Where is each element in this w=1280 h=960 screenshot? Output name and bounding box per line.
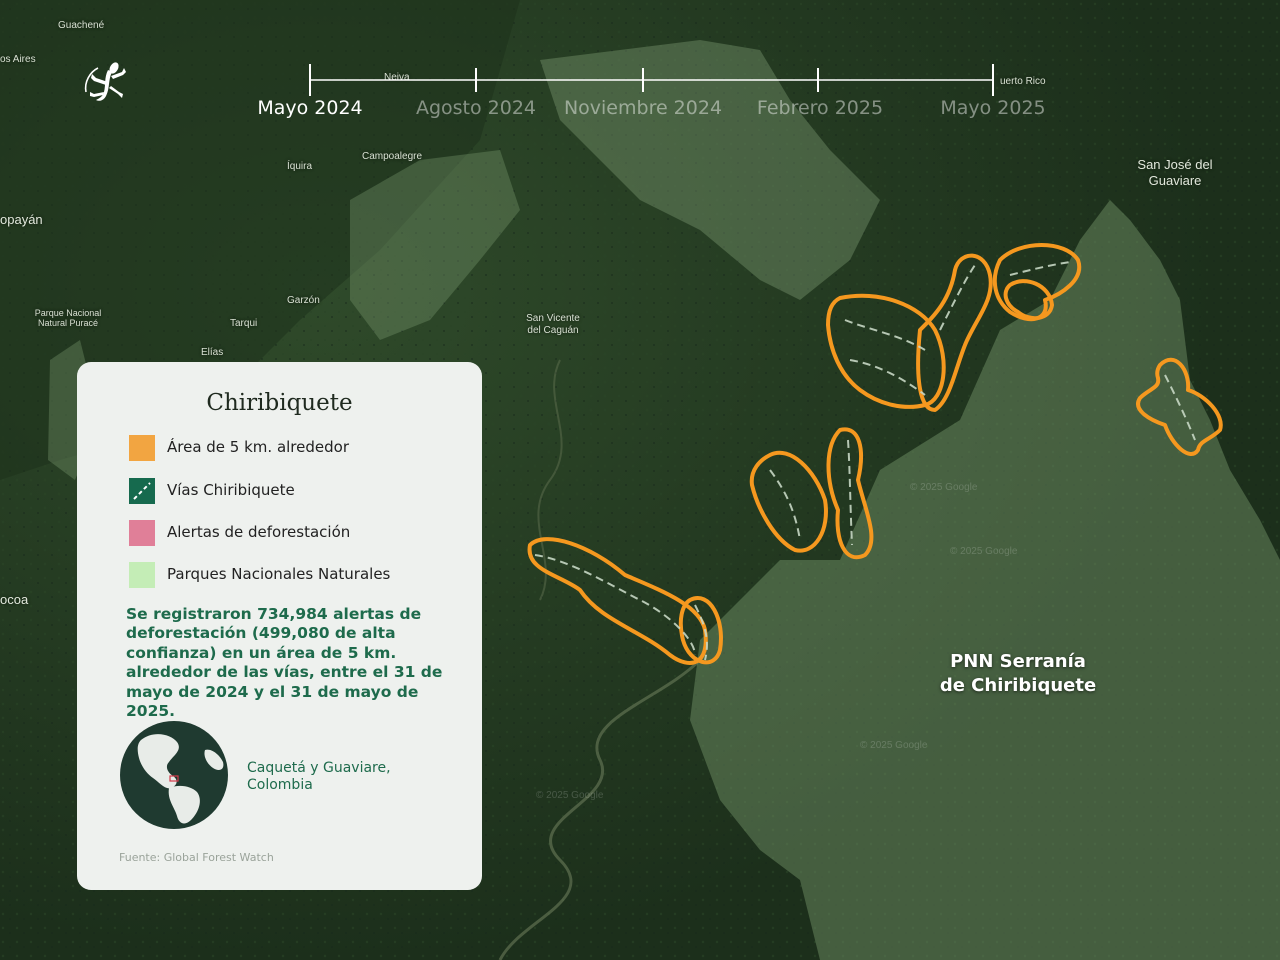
alert-swatch-icon [129,520,155,546]
place-parque-purace-line1: Parque Nacional [34,308,102,318]
timeline-label-aug-2024[interactable]: Agosto 2024 [416,97,536,119]
legend-title: Chiribiquete [206,390,353,416]
place-popayan: opayán [0,212,43,227]
place-parque-purace-line2: Natural Puracé [37,318,99,328]
place-elias: Elías [201,347,224,358]
summary-text: Se registraron 734,984 alertas de defore… [126,605,443,721]
place-san-vicente-line2: del Caguán [527,325,579,336]
park-label-line2: de Chiribiquete [939,675,1097,696]
legend-item-parks-label: Parques Nacionales Naturales [167,565,391,583]
place-iquira: Íquira [287,161,313,172]
map-watermark-2: © 2025 Google [950,546,1018,557]
map-watermark-3: © 2025 Google [860,740,928,751]
legend-item-roads-label: Vías Chiribiquete [167,481,295,499]
timeline-label-may-2024[interactable]: Mayo 2024 [257,97,362,119]
place-garzon: Garzón [287,295,320,306]
timeline-label-may-2025[interactable]: Mayo 2025 [940,97,1045,119]
region-label-line1: Caquetá y Guaviare, [247,760,391,776]
timeline[interactable]: Mayo 2024 Agosto 2024 Noviembre 2024 Feb… [0,0,1280,130]
park-label: PNN Serranía de Chiribiquete [918,650,1118,698]
area-swatch-icon [129,435,155,461]
place-san-vicente-line1: San Vicente [526,313,580,324]
place-tarqui: Tarqui [230,318,258,329]
timeline-label-feb-2025[interactable]: Febrero 2025 [757,97,883,119]
legend-item-area-label: Área de 5 km. alrededor [167,438,349,456]
place-san-jose: San José del Guaviare [1130,157,1220,189]
region-label: Caquetá y Guaviare, Colombia [247,760,427,794]
globe-icon [120,721,228,829]
park-label-line1: PNN Serranía [950,651,1086,672]
legend-panel: Chiribiquete Área de 5 km. alrededor Vía… [77,362,482,890]
place-parque-purace: Parque Nacional Natural Puracé [28,308,108,328]
place-san-jose-line2: Guaviare [1148,173,1202,188]
park-swatch-icon [129,562,155,588]
source-text: Fuente: Global Forest Watch [119,851,274,864]
legend-item-alerts-label: Alertas de deforestación [167,523,351,541]
region-label-line2: Colombia [247,777,313,793]
timeline-label-nov-2024[interactable]: Noviembre 2024 [564,97,722,119]
map-watermark-4: © 2025 Google [536,790,604,801]
road-swatch-icon [129,478,155,504]
map-watermark-1: © 2025 Google [910,482,978,493]
place-campoalegre: Campoalegre [362,151,423,162]
place-san-jose-line1: San José del [1137,157,1213,172]
place-san-vicente: San Vicente del Caguán [518,313,588,337]
place-mocoa: ocoa [0,592,29,607]
